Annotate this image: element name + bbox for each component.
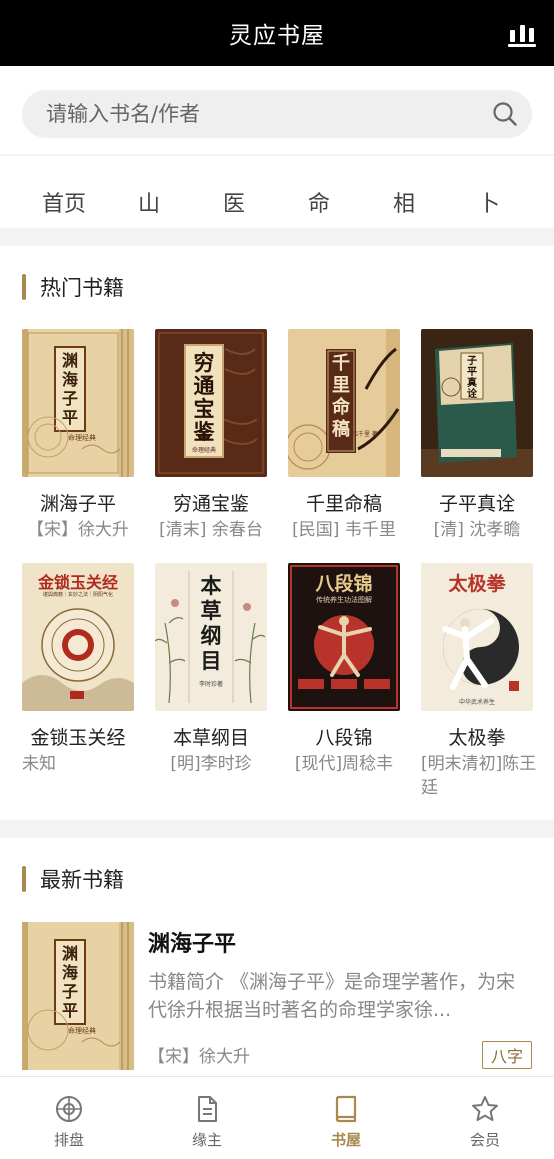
book-card[interactable]: 千里命稿 韦千里 著 千里命稿 [民国] 韦千里 [288,329,400,540]
tab-huiyuan[interactable]: 会员 [416,1077,554,1159]
cover-title: 子平真诠 [467,356,477,400]
hot-books-section: 热门书籍 渊海子平 命理经典 渊海子平 【宋】徐大升 穷通宝鉴 命理经典 穷通宝… [0,246,554,820]
book-title: 渊海子平 [39,493,116,515]
section-title: 热门书籍 [40,276,124,300]
book-cover[interactable]: 穷通宝鉴 命理经典 [155,329,267,477]
category-medicine[interactable]: 医 [204,186,264,218]
category-mountain[interactable]: 山 [119,186,179,218]
latest-book-title[interactable]: 渊海子平 [148,926,236,958]
book-title: 八段锦 [315,727,373,749]
search-icon[interactable] [492,101,518,127]
cover-subtitle: 命理经典 [68,1027,96,1035]
book-cover[interactable]: 本草纲目 李时珍著 [155,563,267,711]
book-cover[interactable]: 千里命稿 韦千里 著 [288,329,400,477]
cover-subtitle: 传统养生功法图解 [316,596,372,604]
tab-label: 会员 [469,1131,500,1149]
cover-subtitle: 命理经典 [68,434,96,442]
cover-subtitle: 李时珍著 [198,681,223,688]
bottom-tab-bar: 排盘 缘主 书屋 会员 [0,1076,554,1159]
app-header: 灵应书屋 [0,0,554,66]
book-icon [335,1095,357,1123]
category-physiognomy[interactable]: 相 [374,186,434,218]
tab-label: 排盘 [53,1131,84,1149]
tab-shuwu[interactable]: 书屋 [277,1077,415,1159]
latest-books-section: 最新书籍 渊海子平 命理经典 渊海子平 书籍简介 《渊海子平》是命理学著作，为宋… [0,838,554,1076]
cover-subtitle: 韦千里 著 [352,431,378,438]
book-cover[interactable]: 渊海子平 命理经典 [22,329,134,477]
book-author: 未知 [22,754,56,774]
book-cover[interactable]: 金锁玉关经 堪舆典籍｜玄妙之法｜阴阳气化 [22,563,134,711]
cover-title: 渊海子平 [61,944,78,1020]
tab-label: 缘主 [191,1131,222,1149]
book-author: [清] 沈孝瞻 [433,520,521,540]
book-cover[interactable]: 子平真诠 [421,329,533,477]
book-title: 太极拳 [448,727,506,749]
search-box[interactable] [22,90,532,138]
book-title: 穷通宝鉴 [172,493,249,515]
star-icon [472,1096,498,1121]
book-author: [明末清初]陈王廷 [421,754,537,798]
search-area [0,66,554,154]
latest-book-description: 书籍简介 《渊海子平》是命理学著作，为宋代徐升根据当时著名的命理学家徐... [148,971,516,1021]
book-title: 千里命稿 [305,493,382,515]
section-header: 热门书籍 [22,272,124,302]
cover-title: 渊海子平 [61,351,78,427]
book-cover[interactable]: 八段锦 传统养生功法图解 [288,563,400,711]
compass-icon [56,1096,82,1122]
book-author: [现代]周稔丰 [294,754,394,774]
section-marker [22,866,26,892]
app-title: 灵应书屋 [229,23,325,49]
cover-title: 太极拳 [448,573,506,595]
category-bar: 首页 山 医 命 相 卜 [0,156,554,228]
book-card[interactable]: 八段锦 传统养生功法图解 八段锦 [现代]周稔丰 [288,563,400,774]
book-card[interactable]: 渊海子平 命理经典 渊海子平 【宋】徐大升 [22,329,134,540]
tab-label: 书屋 [330,1131,361,1149]
latest-book-author: 【宋】徐大升 [148,1047,250,1067]
book-card[interactable]: 本草纲目 李时珍著 本草纲目 [明]李时珍 [155,563,267,774]
cover-title: 八段锦 [315,573,373,595]
latest-book-tag: 八字 [481,1041,532,1069]
book-author: [清末] 余春台 [159,520,263,540]
book-card[interactable]: 金锁玉关经 堪舆典籍｜玄妙之法｜阴阳气化 金锁玉关经 未知 [22,563,134,774]
category-fate[interactable]: 命 [289,186,349,218]
book-cover[interactable]: 太极拳 中华武术养生 [421,563,533,711]
bar-chart-icon[interactable] [508,20,536,48]
section-header: 最新书籍 [22,864,124,894]
section-title: 最新书籍 [40,868,124,892]
tab-yuanzhu[interactable]: 缘主 [138,1077,276,1159]
cover-title: 本草纲目 [200,573,222,673]
book-card[interactable]: 太极拳 中华武术养生 太极拳 [明末清初]陈王廷 [421,563,536,798]
book-title: 本草纲目 [172,727,249,749]
tab-paipan[interactable]: 排盘 [0,1077,138,1159]
section-marker [22,274,26,300]
book-title: 金锁玉关经 [30,727,126,749]
search-input[interactable] [46,102,466,126]
cover-subtitle: 堪舆典籍｜玄妙之法｜阴阳气化 [42,592,113,598]
book-card[interactable]: 子平真诠 子平真诠 [清] 沈孝瞻 [421,329,533,540]
book-author: [民国] 韦千里 [292,520,396,540]
book-cover[interactable]: 渊海子平 命理经典 [22,922,134,1070]
book-title: 子平真诠 [438,493,515,515]
cover-title: 穷通宝鉴 [193,350,215,444]
cover-subtitle: 命理经典 [191,447,216,454]
category-divination[interactable]: 卜 [459,186,519,218]
cover-title: 千里命稿 [332,353,350,440]
cover-title: 金锁玉关经 [37,573,118,592]
document-icon [198,1096,217,1122]
cover-subtitle: 中华武术养生 [458,699,495,706]
book-card[interactable]: 穷通宝鉴 命理经典 穷通宝鉴 [清末] 余春台 [155,329,267,540]
book-author: 【宋】徐大升 [27,520,129,540]
category-home[interactable]: 首页 [34,186,94,218]
book-author: [明]李时珍 [170,754,252,774]
